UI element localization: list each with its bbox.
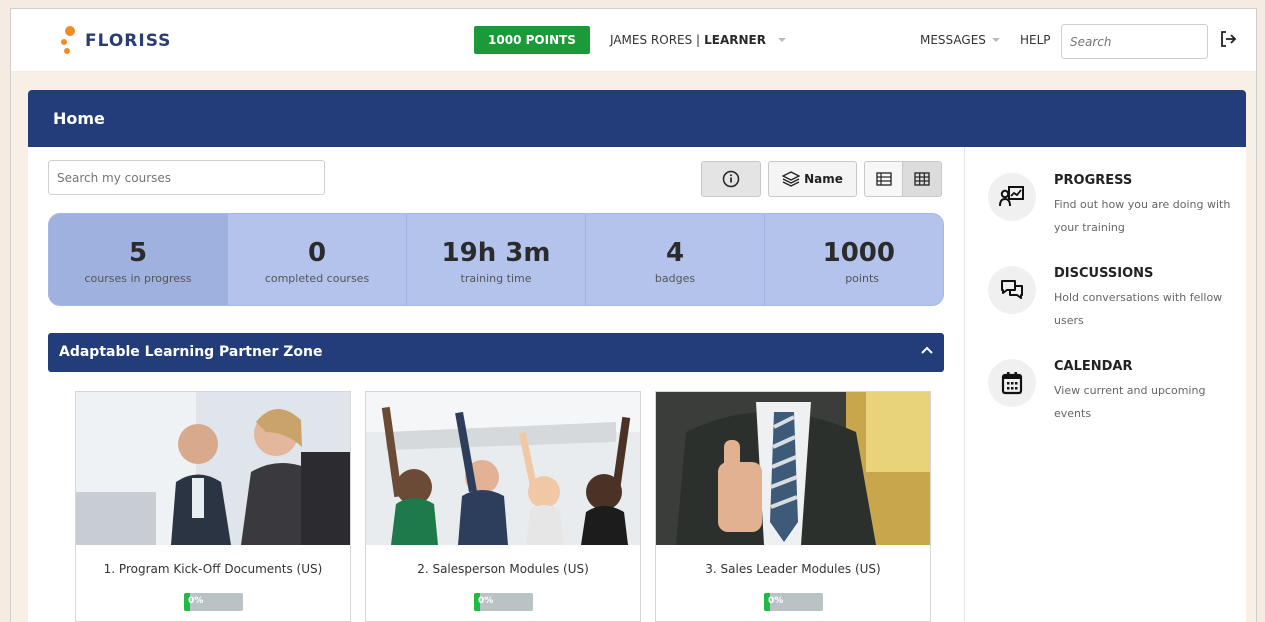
stat-points[interactable]: 1000 points — [765, 214, 943, 305]
floriss-logo[interactable]: FLORISS — [61, 23, 171, 59]
stat-label: courses in progress — [84, 272, 192, 285]
course-thumbnail[interactable] — [76, 392, 350, 545]
course-progress-bar: 0% — [184, 593, 243, 611]
logout-icon[interactable] — [1218, 29, 1238, 49]
sidebar-description: Hold conversations with fellow users — [1054, 291, 1223, 327]
logo-text: FLORISS — [85, 31, 172, 51]
progress-text: 0% — [478, 596, 494, 606]
course-thumbnail[interactable] — [656, 392, 930, 545]
course-title[interactable]: 2. Salesperson Modules (US) — [366, 562, 640, 576]
course-search-input[interactable] — [48, 160, 325, 195]
sidebar-item-progress[interactable]: PROGRESS Find out how you are doing with… — [988, 173, 1238, 253]
sidebar-description: View current and upcoming events — [1054, 384, 1206, 420]
chevron-up-icon[interactable] — [920, 345, 934, 355]
grid-view-icon — [914, 172, 930, 186]
chat-bubbles-icon — [988, 266, 1036, 314]
stat-label: badges — [654, 272, 696, 285]
messages-label: MESSAGES — [920, 33, 986, 47]
grid-view-button[interactable] — [902, 161, 942, 197]
main-panel: Name 5 courses in progress — [28, 147, 965, 622]
user-role: LEARNER — [704, 33, 766, 47]
points-badge[interactable]: 1000 POINTS — [474, 26, 590, 54]
stat-completed-courses[interactable]: 0 completed courses — [228, 214, 407, 305]
course-title[interactable]: 3. Sales Leader Modules (US) — [656, 562, 930, 576]
stat-label: completed courses — [264, 272, 370, 285]
stat-label: points — [845, 272, 879, 285]
logo-mark-icon — [61, 26, 79, 56]
stat-badges[interactable]: 4 badges — [586, 214, 765, 305]
course-card[interactable]: 1. Program Kick-Off Documents (US) 0% — [75, 391, 351, 622]
course-card[interactable]: 3. Sales Leader Modules (US) 0% — [655, 391, 931, 622]
stat-value: 5 — [128, 238, 148, 268]
sort-by-name-button[interactable]: Name — [768, 161, 857, 197]
course-progress-bar: 0% — [474, 593, 533, 611]
progress-text: 0% — [188, 596, 204, 606]
sort-label: Name — [804, 172, 843, 186]
zone-title: Adaptable Learning Partner Zone — [59, 344, 323, 360]
sidebar-title: CALENDAR — [1054, 359, 1133, 374]
app-frame: FLORISS 1000 POINTS JAMES RORES | LEARNE… — [10, 8, 1257, 622]
course-thumbnail[interactable] — [366, 392, 640, 545]
top-bar: FLORISS 1000 POINTS JAMES RORES | LEARNE… — [11, 9, 1256, 72]
zone-header[interactable]: Adaptable Learning Partner Zone — [48, 333, 944, 372]
help-link[interactable]: HELP — [1020, 33, 1051, 47]
stat-courses-in-progress[interactable]: 5 courses in progress — [49, 214, 228, 305]
chevron-down-icon — [991, 38, 1000, 42]
sidebar-item-discussions[interactable]: DISCUSSIONS Hold conversations with fell… — [988, 266, 1238, 346]
sidebar-title: PROGRESS — [1054, 173, 1133, 188]
progress-text: 0% — [768, 596, 784, 606]
stat-training-time[interactable]: 19h 3m training time — [407, 214, 586, 305]
calendar-icon — [988, 359, 1036, 407]
course-title[interactable]: 1. Program Kick-Off Documents (US) — [76, 562, 350, 576]
stats-summary: 5 courses in progress 0 completed course… — [48, 213, 944, 306]
sidebar-description: Find out how you are doing with your tra… — [1054, 198, 1231, 234]
side-panel: PROGRESS Find out how you are doing with… — [965, 147, 1246, 622]
list-view-button[interactable] — [864, 161, 903, 197]
global-search-input[interactable] — [1061, 24, 1208, 59]
course-card[interactable]: 2. Salesperson Modules (US) 0% — [365, 391, 641, 622]
home-header: Home — [28, 90, 1246, 147]
page-title: Home — [53, 109, 105, 128]
stat-value: 1000 — [822, 238, 895, 268]
layers-icon — [782, 171, 801, 187]
user-menu[interactable]: JAMES RORES | LEARNER — [610, 33, 786, 47]
course-progress-bar: 0% — [764, 593, 823, 611]
info-button[interactable] — [701, 161, 761, 197]
stat-value: 4 — [665, 238, 685, 268]
sidebar-title: DISCUSSIONS — [1054, 266, 1154, 281]
messages-menu[interactable]: MESSAGES — [920, 33, 1000, 47]
sidebar-item-calendar[interactable]: CALENDAR View current and upcoming event… — [988, 359, 1238, 439]
chevron-down-icon — [777, 38, 786, 42]
stat-value: 19h 3m — [441, 238, 551, 268]
stat-value: 0 — [307, 238, 327, 268]
stat-label: training time — [460, 272, 532, 285]
user-name: JAMES RORES | — [610, 33, 701, 47]
list-view-icon — [875, 172, 892, 186]
info-icon — [722, 170, 740, 188]
progress-chart-icon — [988, 173, 1036, 221]
